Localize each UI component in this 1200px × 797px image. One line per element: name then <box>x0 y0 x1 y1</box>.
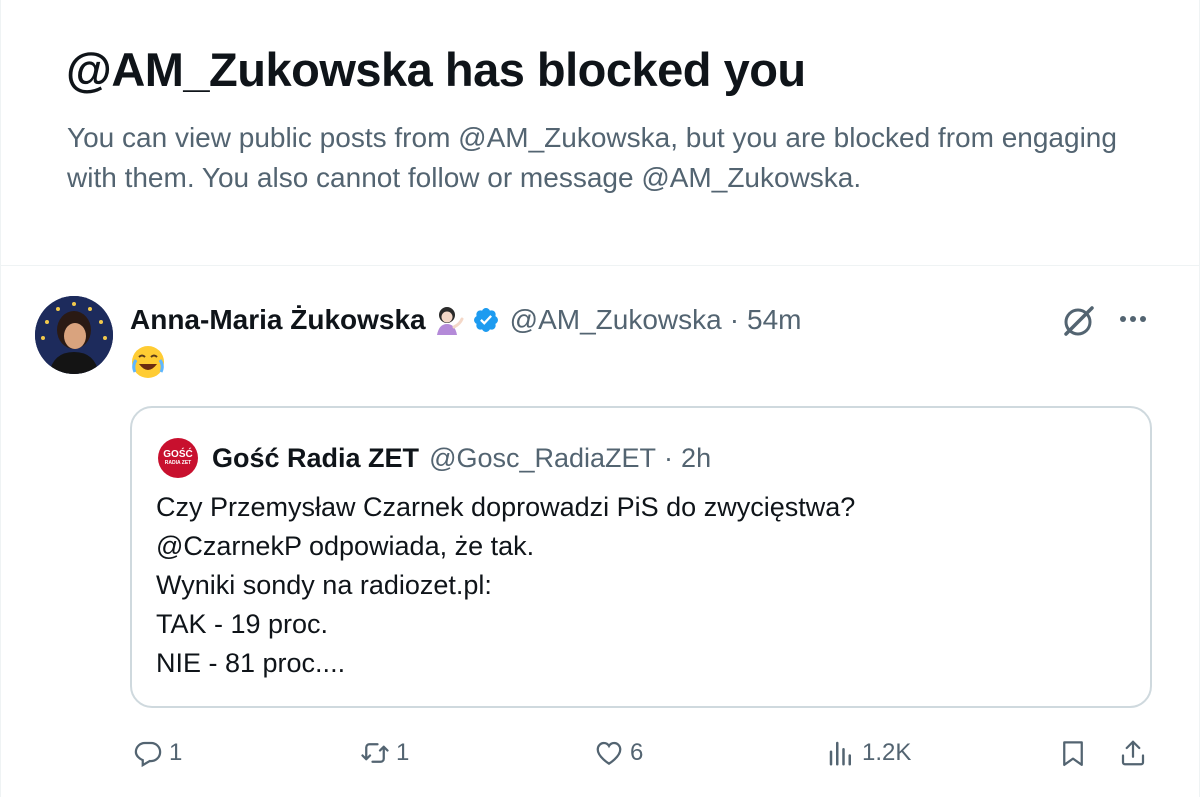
blocked-notice: @AM_Zukowska has blocked you You can vie… <box>0 0 1200 266</box>
like-count: 6 <box>630 739 644 766</box>
quote-text: Czy Przemysław Czarnek doprowadzi PiS do… <box>156 488 1136 683</box>
blocked-title: @AM_Zukowska has blocked you <box>66 43 806 96</box>
repost-count: 1 <box>396 739 410 766</box>
more-icon[interactable] <box>1115 304 1151 334</box>
separator-dot: · <box>729 304 740 335</box>
avatar-image <box>35 296 113 374</box>
quote-avatar-logo-line2: RADIA ZET <box>164 459 192 466</box>
author-handle[interactable]: @AM_Zukowska <box>510 304 722 336</box>
quote-text-line: TAK - 19 proc. <box>156 609 329 639</box>
views-count: 1.2K <box>862 739 912 766</box>
bookmark-button[interactable] <box>1058 730 1088 776</box>
person-tipping-hand-emoji <box>434 305 464 335</box>
post-timestamp[interactable]: 54m <box>747 304 801 336</box>
quote-separator-dot: · <box>664 442 674 473</box>
reply-icon <box>134 741 162 768</box>
quote-avatar-logo-line1: GOŚĆ <box>163 448 193 460</box>
quote-text-line: Czy Przemysław Czarnek doprowadzi PiS do… <box>156 492 856 522</box>
quote-author-handle[interactable]: @Gosc_RadiaZET <box>429 443 656 474</box>
reply-count: 1 <box>169 739 183 766</box>
grok-icon[interactable] <box>1060 302 1098 340</box>
post-actions: 1 1 6 1.2K <box>0 730 1200 780</box>
author-name[interactable]: Anna-Maria Żukowska <box>130 304 426 336</box>
quote-text-line: NIE - 81 proc.... <box>156 648 346 678</box>
like-button[interactable]: 6 <box>594 730 643 776</box>
share-button[interactable] <box>1118 730 1148 776</box>
verified-badge-icon[interactable] <box>472 306 500 334</box>
share-icon <box>1121 740 1145 766</box>
quoted-post[interactable]: GOŚĆ RADIA ZET Gość Radia ZET @Gosc_Radi… <box>130 406 1152 708</box>
bookmark-icon <box>1063 741 1083 766</box>
quote-author-name[interactable]: Gość Radia ZET <box>212 443 419 474</box>
repost-button[interactable]: 1 <box>360 730 409 776</box>
quote-timestamp[interactable]: 2h <box>681 443 711 474</box>
views-button[interactable]: 1.2K <box>826 730 911 776</box>
heart-icon <box>596 741 622 765</box>
views-icon <box>829 741 851 766</box>
reply-button[interactable]: 1 <box>133 730 182 776</box>
repost-icon <box>361 743 389 763</box>
quote-avatar[interactable]: GOŚĆ RADIA ZET <box>158 438 198 478</box>
blocked-description: You can view public posts from @AM_Zukow… <box>67 122 1117 193</box>
post-author-line: Anna-Maria Żukowska @AM_Zukowska · 54m <box>130 300 801 340</box>
avatar[interactable] <box>35 296 113 374</box>
quote-header: Gość Radia ZET @Gosc_RadiaZET · 2h <box>212 438 711 478</box>
quote-text-line: Wyniki sondy na radiozet.pl: <box>156 570 492 600</box>
quote-text-line: @CzarnekP odpowiada, że tak. <box>156 531 535 561</box>
post-body-emoji <box>130 344 166 380</box>
